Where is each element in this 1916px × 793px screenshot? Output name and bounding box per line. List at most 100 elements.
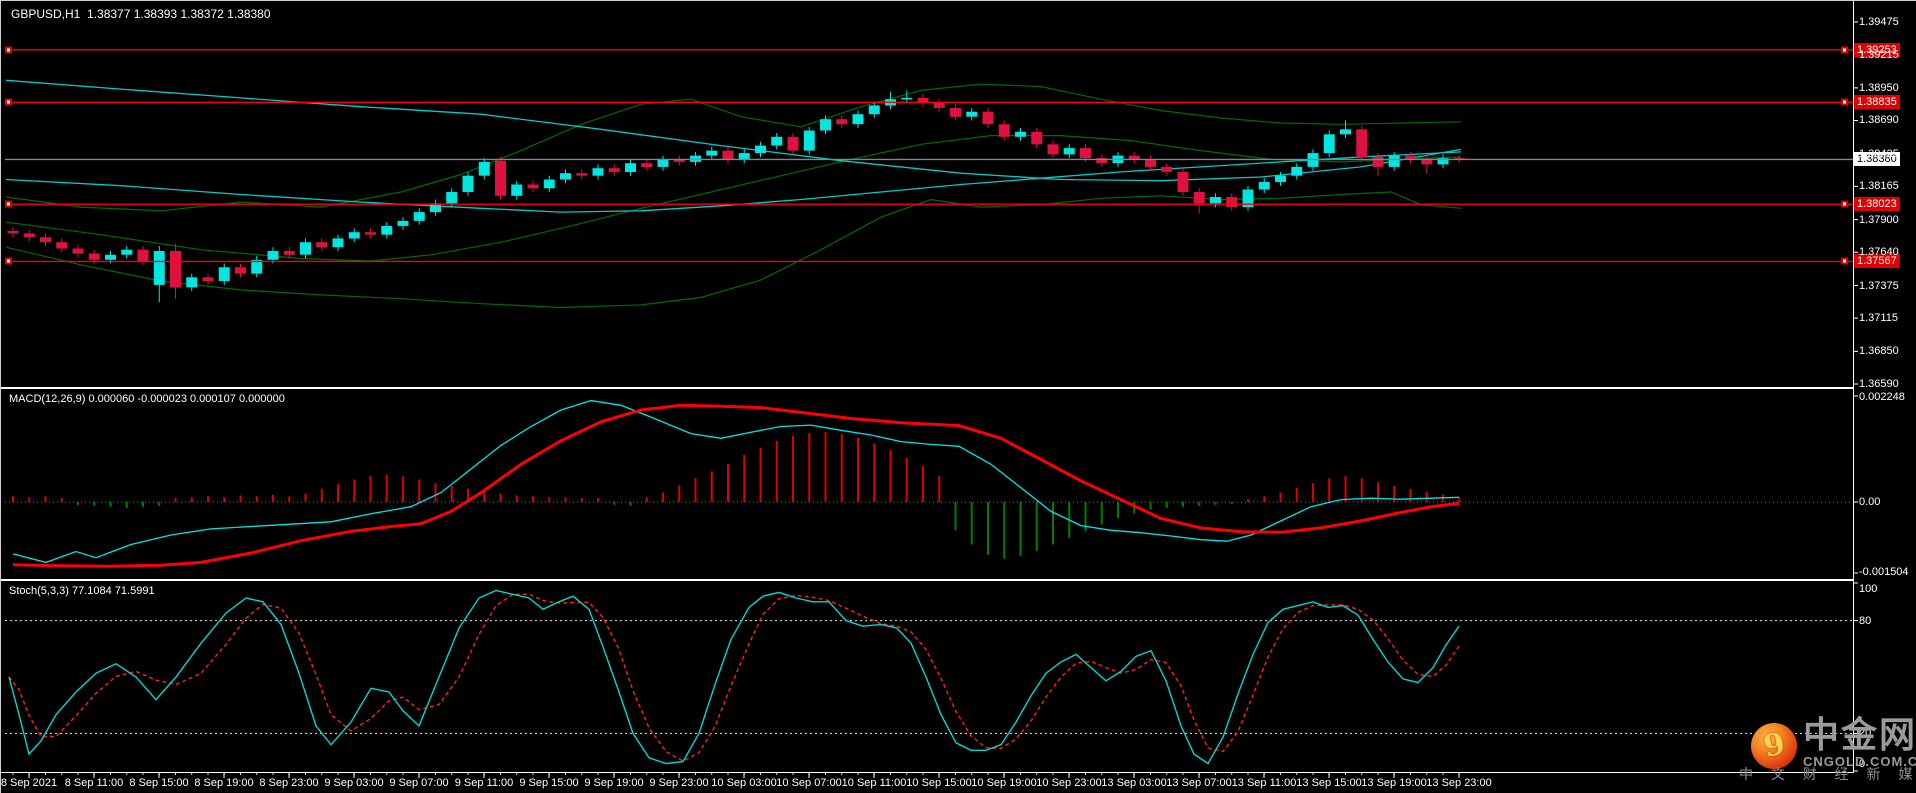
time-axis-label[interactable]: 9 Sep 15:00 bbox=[519, 777, 578, 789]
time-axis-label[interactable]: 9 Sep 11:00 bbox=[455, 777, 514, 789]
candle-body[interactable] bbox=[1340, 129, 1351, 135]
candle-body[interactable] bbox=[1356, 129, 1368, 157]
candle-body[interactable] bbox=[218, 267, 230, 282]
candle-body[interactable] bbox=[235, 267, 246, 274]
candle-body[interactable] bbox=[608, 168, 620, 172]
candle-body[interactable] bbox=[1291, 166, 1303, 176]
candle-body[interactable] bbox=[462, 175, 474, 192]
candle-body[interactable] bbox=[1063, 148, 1075, 155]
time-axis-label[interactable]: 9 Sep 19:00 bbox=[584, 777, 643, 789]
time-axis-label[interactable]: 8 Sep 23:00 bbox=[259, 777, 318, 789]
time-axis-label[interactable]: 8 Sep 15:00 bbox=[129, 777, 188, 789]
candle-body[interactable] bbox=[836, 119, 848, 125]
main-macd-separator[interactable] bbox=[1, 387, 1854, 389]
candle-body[interactable] bbox=[1193, 192, 1205, 204]
candle-body[interactable] bbox=[1421, 159, 1433, 165]
candle-body[interactable] bbox=[283, 251, 295, 255]
candle-body[interactable] bbox=[560, 173, 571, 180]
candle-body[interactable] bbox=[592, 168, 604, 176]
candle-body[interactable] bbox=[868, 105, 880, 115]
hline-drag-marker[interactable] bbox=[5, 257, 12, 265]
candle-body[interactable] bbox=[1323, 134, 1335, 154]
candle-body[interactable] bbox=[933, 102, 945, 108]
candle-body[interactable] bbox=[446, 192, 458, 204]
candle-body[interactable] bbox=[738, 153, 750, 160]
hline-drag-marker[interactable] bbox=[1841, 46, 1848, 54]
hline-drag-marker[interactable] bbox=[5, 98, 12, 106]
candle-body[interactable] bbox=[1226, 197, 1238, 207]
candle-body[interactable] bbox=[1258, 182, 1270, 190]
candle-body[interactable] bbox=[966, 111, 978, 117]
hline-drag-marker[interactable] bbox=[5, 200, 12, 208]
time-axis-label[interactable]: 10 Sep 11:00 bbox=[842, 777, 907, 789]
candle-body[interactable] bbox=[803, 130, 815, 151]
candle-body[interactable] bbox=[40, 237, 51, 243]
candle-body[interactable] bbox=[153, 251, 165, 285]
candle-body[interactable] bbox=[1210, 197, 1221, 204]
candle-body[interactable] bbox=[852, 114, 864, 125]
candle-body[interactable] bbox=[998, 124, 1010, 137]
candle-body[interactable] bbox=[137, 249, 149, 261]
time-axis-label[interactable]: 8 Sep 2021 bbox=[1, 777, 57, 789]
time-axis-label[interactable]: 10 Sep 19:00 bbox=[971, 777, 1036, 789]
candle-body[interactable] bbox=[1372, 156, 1384, 167]
candle-body[interactable] bbox=[56, 242, 68, 249]
candle-body[interactable] bbox=[787, 136, 799, 151]
candle-body[interactable] bbox=[706, 150, 718, 156]
candle-body[interactable] bbox=[1275, 175, 1286, 182]
candle-body[interactable] bbox=[722, 150, 734, 160]
candle-body[interactable] bbox=[901, 97, 913, 100]
candle-body[interactable] bbox=[105, 254, 116, 260]
time-axis-line[interactable] bbox=[1, 772, 1854, 773]
candle-body[interactable] bbox=[72, 248, 84, 254]
hline-drag-marker[interactable] bbox=[5, 46, 12, 54]
candle-body[interactable] bbox=[1145, 159, 1156, 167]
candle-body[interactable] bbox=[88, 253, 100, 260]
time-axis-label[interactable]: 13 Sep 15:00 bbox=[1296, 777, 1361, 789]
candle-body[interactable] bbox=[186, 277, 198, 288]
candle-body[interactable] bbox=[657, 159, 669, 167]
time-axis-label[interactable]: 9 Sep 23:00 bbox=[649, 777, 708, 789]
time-axis-label[interactable]: 13 Sep 03:00 bbox=[1101, 777, 1166, 789]
candle-body[interactable] bbox=[1161, 166, 1173, 172]
candle-body[interactable] bbox=[332, 238, 344, 248]
time-axis-label[interactable]: 10 Sep 15:00 bbox=[906, 777, 971, 789]
candle-body[interactable] bbox=[543, 179, 555, 189]
candle-body[interactable] bbox=[1015, 131, 1026, 137]
candle-body[interactable] bbox=[527, 184, 539, 189]
candle-body[interactable] bbox=[982, 111, 994, 125]
time-axis-label[interactable]: 8 Sep 19:00 bbox=[194, 777, 253, 789]
candle-body[interactable] bbox=[641, 163, 653, 167]
candle-body[interactable] bbox=[202, 277, 214, 282]
price-axis-line[interactable] bbox=[1853, 1, 1854, 772]
candle-body[interactable] bbox=[397, 220, 409, 226]
candle-body[interactable] bbox=[755, 145, 766, 154]
candle-body[interactable] bbox=[1047, 144, 1059, 155]
time-axis-label[interactable]: 10 Sep 03:00 bbox=[711, 777, 776, 789]
candle-body[interactable] bbox=[413, 212, 425, 221]
candle-body[interactable] bbox=[316, 242, 328, 248]
candle-body[interactable] bbox=[1177, 171, 1189, 192]
candle-body[interactable] bbox=[625, 163, 636, 172]
candle-body[interactable] bbox=[348, 232, 360, 239]
candle-body[interactable] bbox=[1080, 148, 1091, 159]
time-axis-label[interactable]: 13 Sep 07:00 bbox=[1166, 777, 1231, 789]
candle-body[interactable] bbox=[1388, 155, 1400, 167]
time-axis-label[interactable]: 13 Sep 23:00 bbox=[1426, 777, 1491, 789]
candle-body[interactable] bbox=[950, 108, 961, 117]
hline-drag-marker[interactable] bbox=[1841, 98, 1848, 106]
time-axis-label[interactable]: 10 Sep 07:00 bbox=[776, 777, 841, 789]
candle-body[interactable] bbox=[381, 225, 393, 235]
candle-body[interactable] bbox=[576, 173, 588, 176]
time-axis-label[interactable]: 13 Sep 19:00 bbox=[1361, 777, 1426, 789]
time-axis-label[interactable]: 13 Sep 11:00 bbox=[1232, 777, 1297, 789]
candle-body[interactable] bbox=[170, 251, 181, 288]
candle-body[interactable] bbox=[820, 119, 831, 131]
macd-stoch-separator[interactable] bbox=[1, 579, 1854, 581]
time-axis-label[interactable]: 8 Sep 11:00 bbox=[65, 777, 124, 789]
hline-drag-marker[interactable] bbox=[1841, 257, 1848, 265]
candle-body[interactable] bbox=[365, 232, 376, 235]
hline-drag-marker[interactable] bbox=[1841, 200, 1848, 208]
time-axis-label[interactable]: 10 Sep 23:00 bbox=[1036, 777, 1101, 789]
candle-body[interactable] bbox=[478, 161, 490, 176]
